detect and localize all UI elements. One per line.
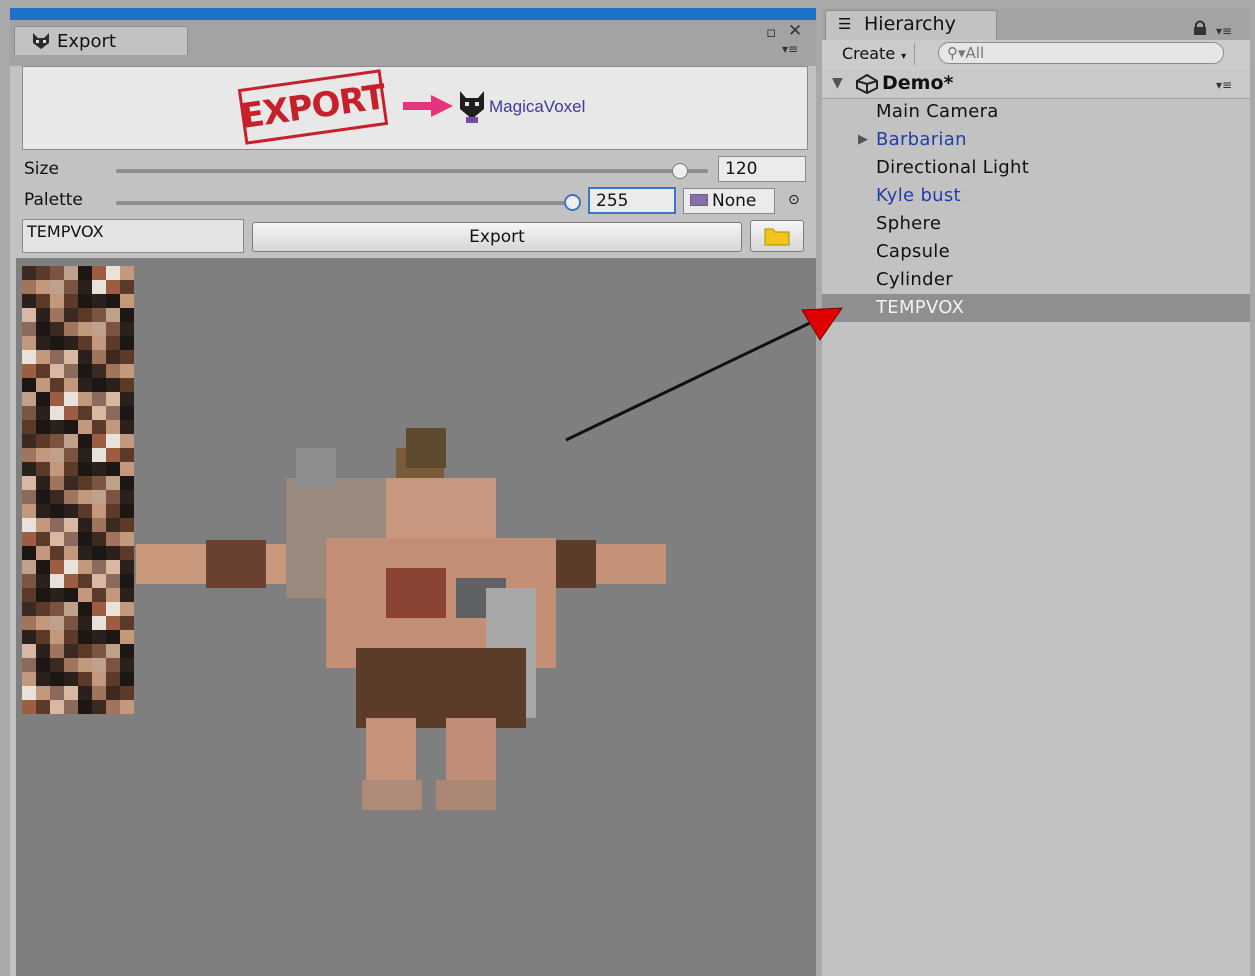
annotation-arrow-line xyxy=(565,320,813,442)
annotation-overlay xyxy=(565,307,843,442)
